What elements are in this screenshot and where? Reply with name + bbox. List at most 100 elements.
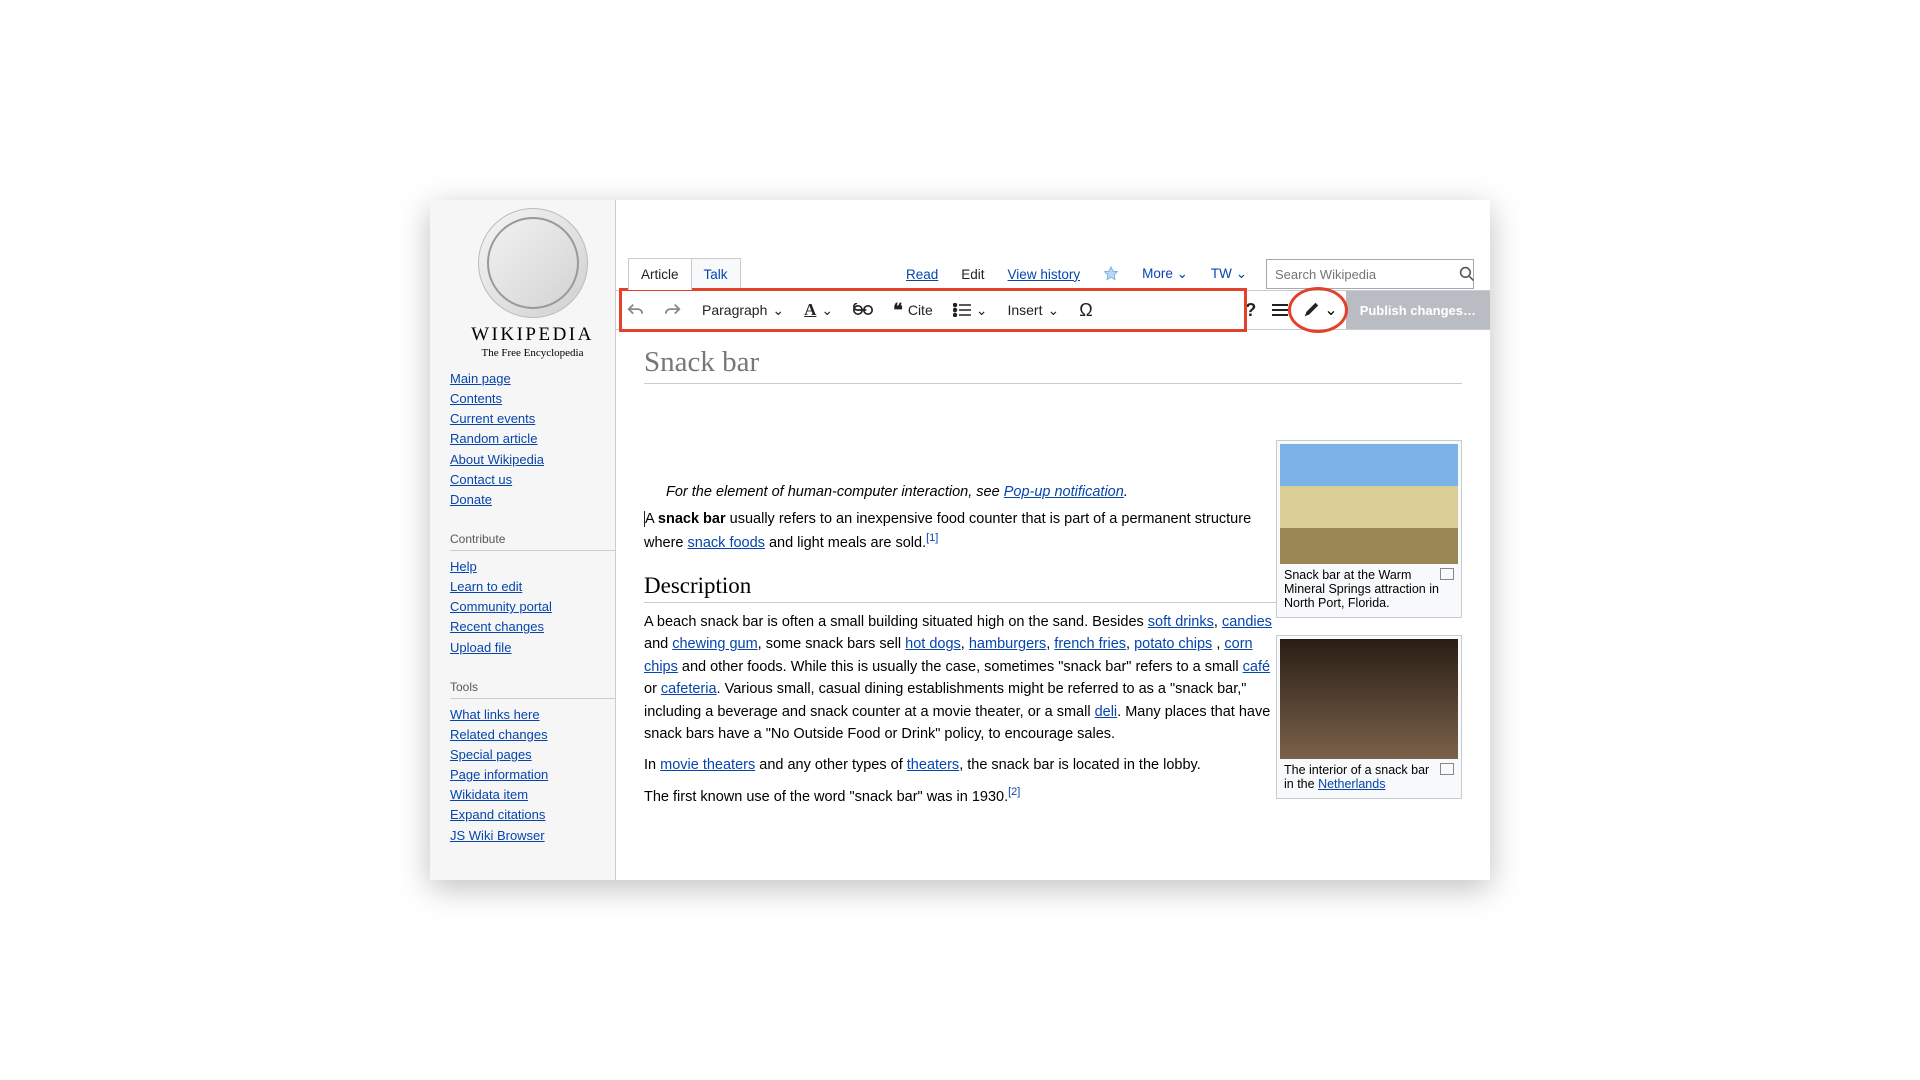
undo-icon: [626, 301, 644, 319]
tab-view-history[interactable]: View history: [996, 259, 1093, 290]
intro-paragraph[interactable]: A snack bar usually refers to an inexpen…: [644, 508, 1284, 555]
tab-article[interactable]: Article: [628, 258, 692, 290]
nav-community-portal[interactable]: Community portal: [450, 599, 552, 614]
nav-about[interactable]: About Wikipedia: [450, 452, 544, 467]
nav-related[interactable]: Related changes: [450, 727, 548, 742]
nav-random[interactable]: Random article: [450, 431, 537, 446]
star-icon: [1103, 266, 1119, 282]
link-icon: [853, 303, 873, 317]
nav-current-events[interactable]: Current events: [450, 411, 535, 426]
search-input[interactable]: [1267, 261, 1459, 288]
content-area: Article Talk Read Edit View history More…: [615, 200, 1490, 880]
link-snack-foods[interactable]: snack foods: [688, 535, 765, 551]
contribute-header: Contribute: [450, 528, 615, 551]
bullet-list-icon: [953, 303, 971, 317]
tab-read[interactable]: Read: [894, 259, 950, 290]
nav-main-page[interactable]: Main page: [450, 371, 511, 386]
nav-help[interactable]: Help: [450, 559, 477, 574]
description-paragraph-2[interactable]: In movie theaters and any other types of…: [644, 754, 1284, 776]
chevron-down-icon: ⌄: [1236, 266, 1247, 281]
link-deli[interactable]: deli: [1095, 704, 1118, 720]
tab-talk[interactable]: Talk: [691, 258, 741, 290]
link-potato-chips[interactable]: potato chips: [1134, 636, 1212, 652]
edit-mode-switcher[interactable]: ⌄: [1294, 291, 1345, 329]
section-description[interactable]: Description: [644, 573, 1284, 603]
link-hamburgers[interactable]: hamburgers: [969, 636, 1046, 652]
wordmark: WIKIPEDIA: [450, 324, 615, 346]
link-french-fries[interactable]: french fries: [1054, 636, 1126, 652]
search-box[interactable]: [1266, 259, 1474, 289]
nav-expand-cite[interactable]: Expand citations: [450, 807, 545, 822]
nav-contact[interactable]: Contact us: [450, 472, 512, 487]
question-icon: ?: [1245, 300, 1256, 321]
nav-page-info[interactable]: Page information: [450, 767, 548, 782]
nav-contents[interactable]: Contents: [450, 391, 502, 406]
nav-special[interactable]: Special pages: [450, 747, 532, 762]
chevron-down-icon: ⌄: [1047, 302, 1059, 319]
page-title[interactable]: Snack bar: [644, 346, 1462, 384]
link-candies[interactable]: candies: [1222, 614, 1272, 630]
nav-what-links[interactable]: What links here: [450, 707, 540, 722]
hatnote-link[interactable]: Pop-up notification: [1004, 484, 1124, 500]
image-thumb-1: Snack bar at the Warm Mineral Springs at…: [1276, 440, 1462, 618]
chevron-down-icon: ⌄: [976, 302, 988, 319]
tagline: The Free Encyclopedia: [450, 347, 615, 359]
ref-1[interactable]: [1]: [926, 532, 938, 544]
undo-button[interactable]: [616, 291, 654, 329]
help-button[interactable]: ?: [1235, 291, 1266, 329]
nav-wikidata[interactable]: Wikidata item: [450, 787, 528, 802]
visual-editor-toolbar: Paragraph ⌄ A ⌄ ❝ Cite ⌄ Insert⌄ Ω ? ⌄ P…: [616, 290, 1490, 330]
link-soft-drinks[interactable]: soft drinks: [1148, 614, 1214, 630]
link-movie-theaters[interactable]: movie theaters: [660, 757, 755, 773]
link-netherlands[interactable]: Netherlands: [1318, 777, 1385, 791]
text-style-icon: A: [804, 300, 816, 320]
wikipedia-editor-screenshot: Jessamyn Talk Sandbox Preferences Beta W…: [430, 200, 1490, 880]
link-chewing-gum[interactable]: chewing gum: [672, 636, 757, 652]
redo-icon: [664, 301, 682, 319]
nav-tools: Tools What links here Related changes Sp…: [450, 676, 615, 846]
publish-button[interactable]: Publish changes…: [1346, 291, 1490, 329]
link-cafeteria[interactable]: cafeteria: [661, 681, 717, 697]
nav-donate[interactable]: Donate: [450, 492, 492, 507]
tab-more[interactable]: More ⌄: [1130, 258, 1200, 290]
nav-contribute: Contribute Help Learn to edit Community …: [450, 528, 615, 658]
thumb-caption-2: The interior of a snack bar in the Nethe…: [1280, 759, 1458, 795]
page-options-button[interactable]: [1266, 291, 1294, 329]
nav-main: Main page Contents Current events Random…: [450, 369, 615, 510]
paragraph-dropdown[interactable]: Paragraph ⌄: [692, 291, 794, 329]
link-cafe[interactable]: café: [1243, 659, 1270, 675]
link-button[interactable]: [843, 291, 883, 329]
nav-upload[interactable]: Upload file: [450, 640, 511, 655]
nav-recent-changes[interactable]: Recent changes: [450, 619, 544, 634]
sidebar: WIKIPEDIA The Free Encyclopedia Main pag…: [450, 208, 615, 846]
thumb-image-2[interactable]: [1280, 639, 1458, 759]
list-dropdown[interactable]: ⌄: [943, 291, 998, 329]
enlarge-icon[interactable]: [1440, 568, 1454, 580]
chevron-down-icon: ⌄: [1177, 266, 1188, 281]
insert-dropdown[interactable]: Insert⌄: [997, 291, 1069, 329]
text-style-dropdown[interactable]: A ⌄: [794, 291, 843, 329]
tools-header: Tools: [450, 676, 615, 699]
nav-learn-edit[interactable]: Learn to edit: [450, 579, 522, 594]
tab-edit[interactable]: Edit: [949, 259, 996, 290]
wikipedia-globe-icon: [478, 208, 588, 318]
description-paragraph-1[interactable]: A beach snack bar is often a small build…: [644, 611, 1284, 746]
nav-js-browser[interactable]: JS Wiki Browser: [450, 828, 545, 843]
cite-button[interactable]: ❝ Cite: [883, 291, 943, 329]
ref-2[interactable]: [2]: [1008, 786, 1020, 798]
page-tabs-row: Article Talk Read Edit View history More…: [616, 242, 1490, 290]
link-theaters[interactable]: theaters: [907, 757, 959, 773]
quote-icon: ❝: [893, 300, 903, 321]
description-paragraph-3[interactable]: The first known use of the word "snack b…: [644, 784, 1284, 808]
special-char-button[interactable]: Ω: [1069, 291, 1102, 329]
redo-button[interactable]: [654, 291, 692, 329]
wikipedia-logo[interactable]: WIKIPEDIA The Free Encyclopedia: [450, 208, 615, 359]
chevron-down-icon: ⌄: [1324, 300, 1337, 320]
tab-watch-star[interactable]: [1091, 258, 1131, 290]
search-icon: [1459, 266, 1475, 282]
tab-tw[interactable]: TW ⌄: [1199, 258, 1259, 290]
search-button[interactable]: [1459, 260, 1475, 288]
enlarge-icon[interactable]: [1440, 763, 1454, 775]
link-hot-dogs[interactable]: hot dogs: [905, 636, 961, 652]
thumb-image-1[interactable]: [1280, 444, 1458, 564]
